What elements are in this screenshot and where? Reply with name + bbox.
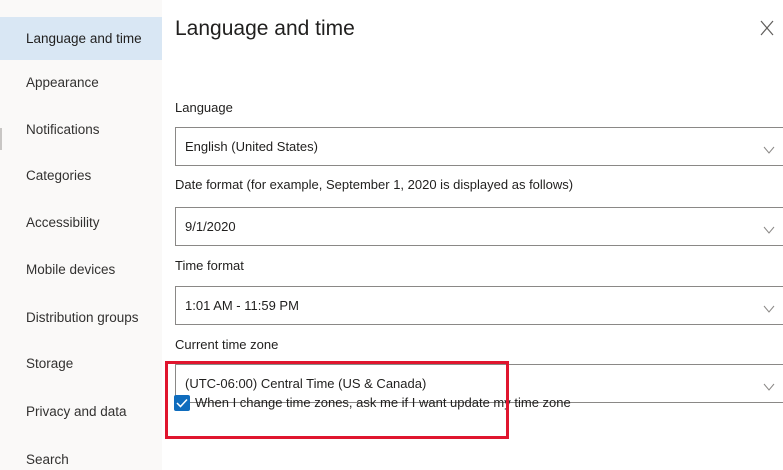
chevron-down-icon [763,222,775,234]
sidebar-item-appearance[interactable]: Appearance [0,63,162,103]
time-zone-value: (UTC-06:00) Central Time (US & Canada) [185,376,427,391]
ask-on-time-zone-change-checkbox[interactable] [174,395,190,411]
sidebar-item-accessibility[interactable]: Accessibility [0,203,162,243]
close-icon[interactable] [759,18,775,38]
sidebar-item-privacy-and-data[interactable]: Privacy and data [0,392,162,432]
time-format-select[interactable]: 1:01 AM - 11:59 PM [175,286,783,325]
sidebar-item-notifications[interactable]: Notifications [0,110,162,150]
checkmark-icon [176,398,188,408]
date-format-select[interactable]: 9/1/2020 [175,207,783,246]
language-select[interactable]: English (United States) [175,127,783,166]
sidebar-item-language-and-time[interactable]: Language and time [0,17,162,60]
chevron-down-icon [763,301,775,313]
sidebar-item-mobile-devices[interactable]: Mobile devices [0,250,162,290]
date-format-label: Date format (for example, September 1, 2… [175,177,574,192]
time-zone-label: Current time zone [175,337,279,352]
language-value: English (United States) [185,139,318,154]
date-format-value: 9/1/2020 [185,219,236,234]
time-format-value: 1:01 AM - 11:59 PM [185,298,299,313]
language-label: Language [175,100,233,115]
chevron-down-icon [763,379,775,391]
page-title: Language and time [175,17,355,40]
time-format-label: Time format [175,258,244,273]
sidebar-item-storage[interactable]: Storage [0,344,162,384]
settings-dialog: Language and time Appearance Notificatio… [0,0,783,470]
sidebar-item-distribution-groups[interactable]: Distribution groups [0,298,162,338]
sidebar-item-categories[interactable]: Categories [0,156,162,196]
settings-sidebar: Language and time Appearance Notificatio… [0,0,162,470]
sidebar-item-search[interactable]: Search [0,440,162,470]
chevron-down-icon [763,142,775,154]
ask-on-time-zone-change-label[interactable]: When I change time zones, ask me if I wa… [195,395,571,410]
